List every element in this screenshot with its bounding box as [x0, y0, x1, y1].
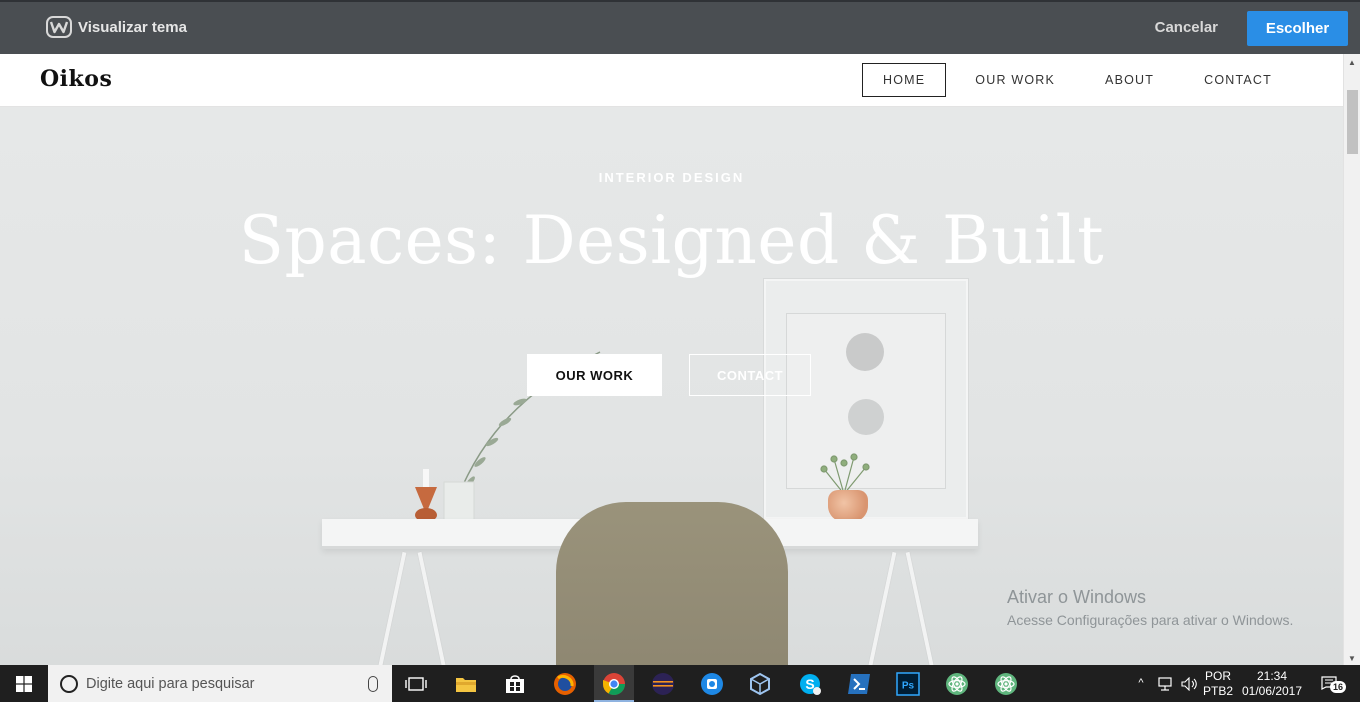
skype-icon[interactable]: S [797, 671, 823, 697]
nav-item-about[interactable]: ABOUT [1084, 63, 1175, 97]
atom-icon[interactable] [944, 671, 970, 697]
hero-content: INTERIOR DESIGN Spaces: Designed & Built… [0, 107, 1343, 665]
file-explorer-icon[interactable] [453, 671, 479, 697]
hero-eyebrow: INTERIOR DESIGN [598, 170, 745, 185]
site-logo[interactable]: Oikos [40, 66, 112, 92]
scroll-down-arrow-icon[interactable]: ▼ [1348, 654, 1356, 663]
notification-count-badge: 16 [1330, 680, 1347, 693]
blue-app-icon[interactable] [699, 671, 725, 697]
svg-text:Ps: Ps [902, 681, 915, 692]
choose-button[interactable]: Escolher [1247, 11, 1348, 46]
volume-icon[interactable] [1179, 665, 1199, 702]
scrollbar-thumb[interactable] [1347, 90, 1358, 154]
hero-headline: Spaces: Designed & Built [238, 202, 1105, 279]
windows-activation-watermark: Ativar o Windows Acesse Configurações pa… [1007, 587, 1293, 628]
microphone-icon[interactable] [368, 676, 378, 692]
input-language-indicator[interactable]: POR PTB2 [1200, 665, 1236, 702]
clock-time: 21:34 [1256, 668, 1288, 683]
firefox-icon[interactable] [552, 671, 578, 697]
taskbar-search-box[interactable]: Digite aqui para pesquisar [48, 665, 392, 702]
scroll-up-arrow-icon[interactable]: ▲ [1348, 58, 1356, 67]
photoshop-icon[interactable]: Ps [895, 671, 921, 697]
preview-brand: Visualizar tema [46, 16, 187, 38]
cortana-icon[interactable] [60, 674, 78, 693]
weebly-logo-icon [46, 16, 72, 38]
task-view-icon[interactable] [403, 671, 429, 697]
vertical-scrollbar[interactable]: ▲ ▼ [1343, 54, 1360, 665]
our-work-button[interactable]: OUR WORK [527, 354, 662, 396]
chrome-icon[interactable] [601, 671, 627, 697]
website-preview: Oikos HOME OUR WORK ABOUT CONTACT INTERI… [0, 54, 1343, 665]
powershell-icon[interactable] [846, 671, 872, 697]
nav-item-contact[interactable]: CONTACT [1183, 63, 1293, 97]
cancel-button[interactable]: Cancelar [1155, 19, 1218, 36]
contact-button[interactable]: CONTACT [689, 354, 811, 396]
watermark-subtitle: Acesse Configurações para ativar o Windo… [1007, 612, 1294, 628]
clock-date: 01/06/2017 [1241, 683, 1303, 698]
keyboard-layout: PTB2 [1202, 683, 1233, 698]
nav-item-home[interactable]: HOME [861, 63, 947, 97]
virtualbox-icon[interactable] [747, 671, 773, 697]
windows-logo-icon [16, 675, 32, 692]
nav-item-our-work[interactable]: OUR WORK [954, 63, 1076, 97]
language-code: POR [1204, 668, 1231, 683]
store-icon[interactable] [502, 671, 528, 697]
network-icon[interactable] [1155, 665, 1175, 702]
site-header: Oikos HOME OUR WORK ABOUT CONTACT [0, 54, 1343, 107]
search-placeholder[interactable]: Digite aqui para pesquisar [86, 676, 254, 692]
atom-icon-2[interactable] [993, 671, 1019, 697]
theme-preview-bar: Visualizar tema Cancelar Escolher [0, 0, 1360, 54]
hero-section: INTERIOR DESIGN Spaces: Designed & Built… [0, 107, 1343, 665]
preview-title: Visualizar tema [78, 18, 187, 36]
eclipse-icon[interactable] [650, 671, 676, 697]
action-center-button[interactable]: 16 [1314, 665, 1348, 702]
windows-taskbar: Digite aqui para pesquisar S Ps ^ POR PT… [0, 665, 1360, 702]
site-nav: HOME OUR WORK ABOUT CONTACT [861, 63, 1293, 97]
clock[interactable]: 21:34 01/06/2017 [1240, 665, 1304, 702]
start-button[interactable] [0, 665, 48, 702]
watermark-title: Ativar o Windows [1007, 587, 1147, 607]
show-hidden-icons-chevron-icon[interactable]: ^ [1133, 665, 1149, 702]
